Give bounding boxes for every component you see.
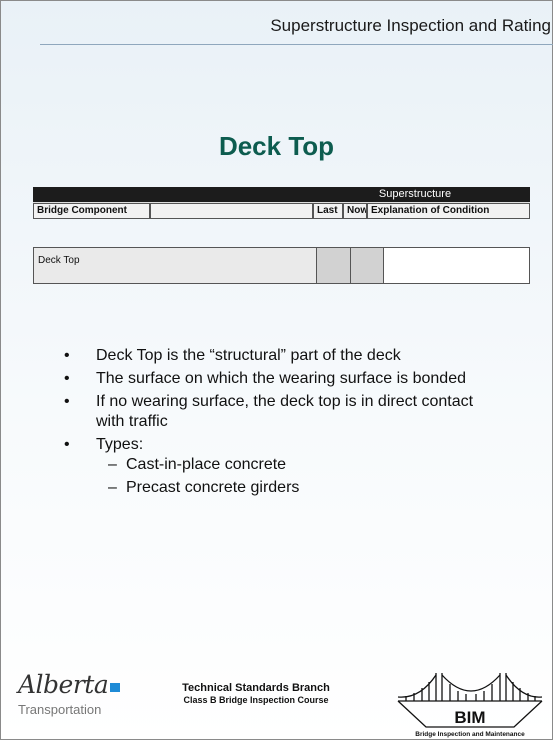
col-last: Last xyxy=(313,203,343,219)
bullet-text: Types: xyxy=(96,436,144,453)
header-title: Superstructure Inspection and Rating xyxy=(270,16,551,35)
footer-course: Class B Bridge Inspection Course xyxy=(183,695,329,705)
row-last-cell xyxy=(316,248,350,283)
sub-bullet-item: Precast concrete girders xyxy=(96,478,504,498)
row-explanation-cell xyxy=(383,248,529,283)
footer-branch: Technical Standards Branch xyxy=(182,682,330,694)
col-blank xyxy=(150,203,313,219)
slide-title: Deck Top xyxy=(218,131,335,161)
row-label: Deck Top xyxy=(34,248,316,283)
table-column-headers: Bridge Component Last Now Explanation of… xyxy=(33,202,530,219)
bim-logo: BIM Bridge Inspection and Maintenance xyxy=(397,673,543,738)
sub-bullet-item: Cast-in-place concrete xyxy=(96,455,504,475)
alberta-transportation-logo: Alberta Transportation xyxy=(18,670,121,717)
table-group-header-bar: Superstructure xyxy=(33,187,530,202)
bim-caption: Bridge Inspection and Maintenance xyxy=(415,731,525,738)
bullet-item: The surface on which the wearing surface… xyxy=(64,369,504,389)
sub-bullet-list: Cast-in-place concrete Precast concrete … xyxy=(96,455,504,498)
col-now: Now xyxy=(343,203,367,219)
bullet-item-types: Types: Cast-in-place concrete Precast co… xyxy=(64,435,504,498)
footer-center-text: Technical Standards Branch Class B Bridg… xyxy=(176,682,336,705)
col-bridge-component: Bridge Component xyxy=(33,203,150,219)
alberta-wordmark: Alberta xyxy=(18,670,121,699)
col-explanation: Explanation of Condition xyxy=(367,203,530,219)
transportation-label: Transportation xyxy=(18,702,102,717)
alberta-mark-icon xyxy=(110,683,121,692)
condition-table-header: Superstructure Bridge Component Last Now… xyxy=(33,187,530,219)
bullet-item: If no wearing surface, the deck top is i… xyxy=(64,392,504,432)
header-rule xyxy=(40,44,553,45)
row-now-cell xyxy=(350,248,383,283)
bullet-item: Deck Top is the “structural” part of the… xyxy=(64,346,504,366)
table-row: Deck Top xyxy=(33,247,530,284)
table-group-header: Superstructure xyxy=(378,188,452,200)
bullet-list: Deck Top is the “structural” part of the… xyxy=(64,346,504,501)
bim-text: BIM xyxy=(454,708,485,727)
